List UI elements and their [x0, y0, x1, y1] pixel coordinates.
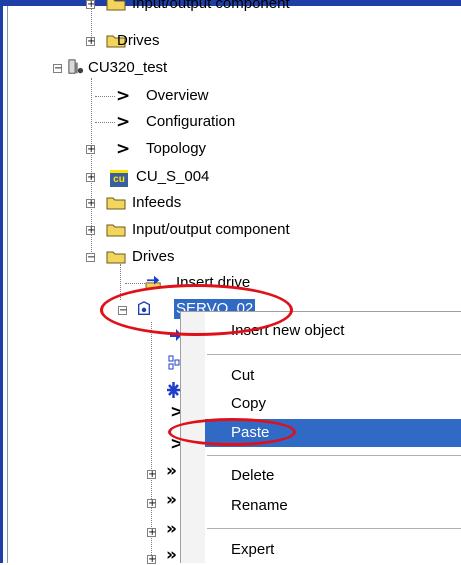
chevron-right-icon: > [116, 86, 131, 106]
expand-plus-icon[interactable]: + [86, 173, 95, 183]
tree-item-label: Overview [146, 87, 209, 104]
expand-plus-icon[interactable]: + [86, 37, 95, 47]
chevron-right-icon: > [116, 112, 131, 132]
tree-item-drives-top[interactable]: + Drives [0, 29, 461, 53]
expand-plus-icon[interactable]: + [147, 470, 156, 480]
folder-open-icon [106, 251, 126, 264]
chevron-right-icon: > [116, 139, 131, 159]
tree-item-label: Drives [132, 248, 175, 265]
tree-item-label: Configuration [146, 113, 236, 130]
double-chevron-right-icon: » [166, 519, 177, 539]
folder-icon [106, 224, 126, 237]
tree-item-input-output-component-top[interactable]: + Input/output component [0, 0, 461, 16]
drive-unit-icon [68, 59, 84, 74]
double-chevron-right-icon: » [166, 461, 177, 481]
collapse-minus-icon[interactable]: − [86, 253, 95, 263]
snowflake-settings-icon [167, 382, 180, 398]
menu-item-expert[interactable]: Expert [205, 536, 461, 564]
tree-item-label: Input/output component [132, 0, 290, 12]
menu-item-label: Delete [231, 467, 275, 484]
tree-item-infeeds[interactable]: + Infeeds [0, 191, 461, 215]
tree-item-label: Topology [146, 140, 207, 157]
folder-icon [106, 0, 126, 11]
highlight-ellipse [168, 418, 296, 446]
tree-item-configuration[interactable]: > Configuration [0, 110, 461, 134]
highlight-ellipse [100, 284, 293, 336]
menu-separator [207, 455, 461, 456]
expand-plus-icon[interactable]: + [86, 226, 95, 236]
expand-plus-icon[interactable]: + [147, 528, 156, 538]
menu-separator [207, 354, 461, 355]
tree-item-label: Infeeds [132, 194, 182, 211]
configuration-blocks-icon [168, 355, 180, 370]
expand-plus-icon[interactable]: + [147, 499, 156, 509]
menu-item-label: Expert [231, 541, 275, 558]
tree-item-label: Drives [117, 32, 160, 49]
tree-item-overview[interactable]: > Overview [0, 84, 461, 108]
expand-plus-icon[interactable]: + [86, 145, 95, 155]
expand-plus-icon[interactable]: + [86, 199, 95, 209]
double-chevron-right-icon: » [166, 490, 177, 510]
tree-item-drives[interactable]: − Drives [0, 245, 461, 269]
tree-item-label: CU_S_004 [136, 168, 210, 185]
menu-item-copy[interactable]: Copy [205, 390, 461, 418]
menu-item-delete[interactable]: Delete [205, 462, 461, 490]
tree-item-label: CU320_test [88, 59, 168, 76]
double-chevron-right-icon: » [166, 545, 177, 565]
tree-item-cu-s-004[interactable]: + cu CU_S_004 [0, 165, 461, 189]
tree-item-label: Input/output component [132, 221, 290, 238]
menu-item-cut[interactable]: Cut [205, 362, 461, 390]
folder-icon [106, 197, 126, 210]
tree-item-topology[interactable]: + > Topology [0, 137, 461, 161]
collapse-minus-icon[interactable]: − [53, 64, 62, 74]
expand-plus-icon[interactable]: + [86, 0, 95, 10]
menu-item-label: Cut [231, 367, 255, 384]
menu-separator [207, 528, 461, 529]
control-unit-icon: cu [110, 170, 128, 187]
menu-item-rename[interactable]: Rename [205, 492, 461, 520]
tree-item-cu320-test[interactable]: − CU320_test [0, 56, 461, 80]
tree-item-input-output-component[interactable]: + Input/output component [0, 218, 461, 242]
menu-item-label: Copy [231, 395, 267, 412]
menu-item-label: Rename [231, 497, 288, 514]
